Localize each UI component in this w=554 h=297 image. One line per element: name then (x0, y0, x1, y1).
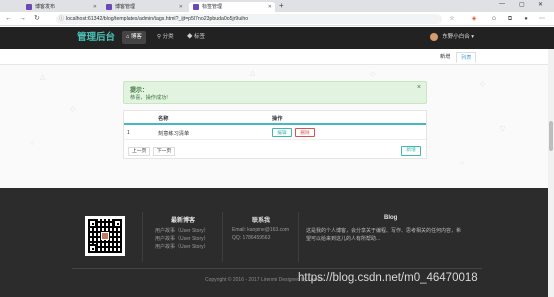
nav-item-label: 分类 (162, 34, 174, 40)
new-tab-button[interactable]: + (279, 2, 284, 10)
sub-toolbar: 新增 列表 (0, 49, 554, 65)
address-bar: ← → ↻ ⓘ localhost:61342/blog/templates/a… (0, 12, 554, 26)
url-field[interactable]: ⓘ localhost:61342/blog/templates/admin/t… (56, 14, 442, 24)
browser-tab-label: 标签管理 (202, 4, 223, 10)
decor-triangle-icon: △ (250, 70, 256, 77)
row-tag-name: 刻意练习清单 (158, 131, 190, 137)
footer-latest-link[interactable]: 用户故事（User Story） (155, 235, 209, 242)
csdn-watermark: https://blog.csdn.net/m0_46470018 (298, 272, 478, 284)
browser-tab-label: 博客发布 (35, 4, 56, 10)
back-icon[interactable]: ← (5, 15, 12, 23)
browser-tab-tag-manage[interactable]: 标签管理 ✕ (189, 2, 275, 12)
scrollbar-thumb[interactable] (549, 121, 553, 151)
minimize-button[interactable]: — (499, 1, 505, 7)
browser-tab-blog-publish[interactable]: 博客发布 ✕ (22, 2, 100, 12)
decor-circle-icon: ○ (30, 140, 35, 147)
forward-icon[interactable]: → (19, 15, 26, 23)
footer-separator (142, 212, 143, 262)
browser-tab-blog-manage[interactable]: 博客管理 ✕ (102, 2, 186, 12)
footer-blog-title: Blog (384, 215, 398, 221)
extension-icon[interactable]: ◈ (470, 15, 478, 23)
nav-item-category[interactable]: ⚲ 分类 (153, 31, 178, 44)
tab-favicon-icon (193, 4, 199, 10)
footer-separator (298, 212, 299, 262)
tag-table-panel: 名称 操作 1 刻意练习清单 编辑 删除 上一页 下一页 新增 (123, 110, 427, 159)
footer-qq: QQ: 1786459563 (232, 235, 271, 241)
row-index: 1 (127, 130, 130, 136)
alert-message: 恭喜，操作成功! (130, 95, 168, 101)
footer-latest-link[interactable]: 用户故事（User Story） (155, 227, 209, 234)
tab-add[interactable]: 新增 (436, 52, 454, 63)
decor-diamond-icon: ◇ (370, 71, 376, 78)
column-header-actions: 操作 (272, 116, 283, 122)
alert-title: 提示： (130, 88, 149, 94)
browser-tab-label: 博客管理 (115, 4, 136, 10)
next-page-button[interactable]: 下一页 (152, 147, 176, 156)
user-name: 东野小白合 (442, 34, 470, 40)
pin-icon: ⚲ (157, 34, 162, 40)
close-icon[interactable]: × (417, 84, 421, 91)
avatar (429, 32, 438, 41)
table-header: 名称 操作 (124, 111, 426, 125)
qr-avatar (101, 232, 109, 240)
close-tab-icon[interactable]: ✕ (268, 2, 272, 12)
delete-button[interactable]: 删除 (295, 128, 315, 137)
page-scrollbar[interactable] (548, 49, 554, 297)
pagination: 上一页 下一页 (128, 147, 176, 157)
nav-item-blog[interactable]: ⌂ 博客 (122, 31, 146, 44)
qr-finder (113, 219, 122, 228)
decor-diamond-icon: ◇ (480, 81, 486, 88)
footer-latest-link[interactable]: 用户故事（User Story） (155, 243, 209, 250)
nav-item-label: 标签 (194, 34, 206, 40)
app-navbar: 管理后台 ⌂ 博客 ⚲ 分类 ◆ 标签 东野小白合 ▾ (0, 27, 554, 49)
add-tag-button[interactable]: 新增 (401, 146, 421, 156)
footer-blog-description: 这是我的个人博客，会分享关于编程、写作、思考相关的任何内容，希 (306, 228, 462, 234)
qr-finder (88, 244, 97, 253)
decor-circle-icon: ○ (460, 160, 465, 167)
footer-separator (222, 212, 223, 262)
star-icon[interactable]: ☆ (448, 15, 456, 23)
tag-icon: ◆ (187, 34, 193, 40)
prev-page-button[interactable]: 上一页 (128, 147, 151, 156)
nav-item-label: 博客 (130, 34, 142, 40)
qr-finder (88, 219, 97, 228)
tab-list[interactable]: 列表 (456, 52, 477, 63)
close-tab-icon[interactable]: ✕ (93, 2, 97, 12)
close-window-button[interactable]: ✕ (538, 1, 543, 8)
table-row: 1 刻意练习清单 编辑 删除 (124, 127, 426, 140)
footer-divider (72, 268, 482, 269)
info-icon[interactable]: ⓘ (59, 14, 64, 24)
edit-button[interactable]: 编辑 (272, 128, 292, 137)
footer-latest-title: 最新博客 (171, 218, 196, 224)
profile-icon[interactable]: ● (522, 15, 530, 23)
caret-down-icon: ▾ (471, 34, 474, 40)
user-menu[interactable]: 东野小白合 ▾ (429, 32, 474, 43)
more-icon[interactable]: ⋯ (538, 15, 546, 23)
decor-triangle-icon: ▽ (500, 126, 506, 133)
footer-blog-description: 望可以给来到这儿的人有所帮助... (306, 236, 381, 242)
tab-favicon-icon (26, 4, 32, 10)
collections-icon[interactable]: ⧉ (506, 15, 514, 23)
home-icon: ⌂ (126, 34, 130, 40)
favorites-icon[interactable]: ✩ (490, 15, 498, 23)
qr-code-pattern (88, 219, 122, 253)
decor-triangle-icon: △ (40, 74, 46, 81)
maximize-button[interactable]: ▢ (519, 1, 525, 8)
url-text: localhost:61342/blog/templates/admin/tag… (66, 16, 249, 22)
tab-favicon-icon (106, 4, 112, 10)
close-tab-icon[interactable]: ✕ (179, 2, 183, 12)
nav-item-tag[interactable]: ◆ 标签 (183, 31, 209, 44)
qr-code (85, 216, 125, 256)
footer-email: Email: kanpine@163.com (232, 227, 290, 233)
brand-title[interactable]: 管理后台 (77, 32, 115, 44)
footer-contact-title: 联系我 (252, 218, 271, 224)
browser-tab-bar: 博客发布 ✕ 博客管理 ✕ 标签管理 ✕ + — ▢ ✕ (0, 0, 554, 12)
success-alert: 提示： 恭喜，操作成功! × (123, 81, 427, 104)
column-header-name: 名称 (158, 116, 169, 122)
reload-icon[interactable]: ↻ (34, 15, 40, 23)
decor-diamond-icon: ◇ (70, 106, 76, 113)
